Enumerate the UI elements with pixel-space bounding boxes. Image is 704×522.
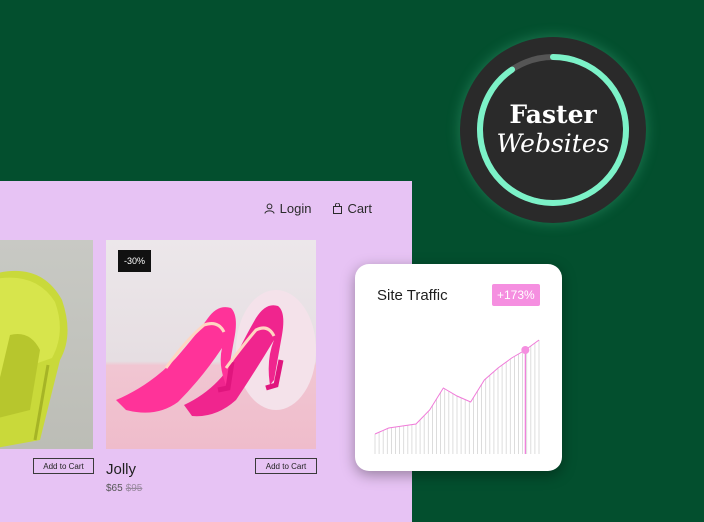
cart-label: Cart (347, 201, 372, 216)
old-price: $95 (125, 483, 143, 494)
discount-badge: -30% (118, 250, 152, 272)
traffic-change-badge: +173% (492, 284, 540, 306)
faster-websites-badge: Faster Websites (460, 37, 646, 223)
cart-link[interactable]: Cart (333, 201, 372, 216)
product-name[interactable]: Jolly (106, 461, 136, 478)
user-icon (264, 203, 275, 214)
product-image-sandal[interactable] (0, 240, 93, 449)
login-label: Login (279, 201, 312, 216)
shop-nav: Login Cart (264, 201, 372, 216)
traffic-chart (374, 339, 540, 454)
shop-panel: Login Cart Add to Cart -30% Jolly $65 $9… (0, 181, 412, 522)
product-image-heels[interactable]: -30% (106, 240, 316, 449)
site-traffic-card: Site Traffic +173% (355, 264, 562, 471)
badge-line2: Websites (496, 128, 610, 158)
bag-icon (333, 203, 343, 214)
add-to-cart-button[interactable]: Add to Cart (255, 458, 317, 474)
traffic-title: Site Traffic (377, 287, 448, 304)
highlight-point[interactable] (521, 346, 530, 354)
product-price: $65 $95 (106, 483, 142, 494)
current-price: $65 (106, 483, 123, 494)
sandal-illustration (0, 270, 68, 448)
login-link[interactable]: Login (264, 201, 312, 216)
add-to-cart-button[interactable]: Add to Cart (33, 458, 94, 474)
badge-line1: Faster (509, 100, 597, 129)
